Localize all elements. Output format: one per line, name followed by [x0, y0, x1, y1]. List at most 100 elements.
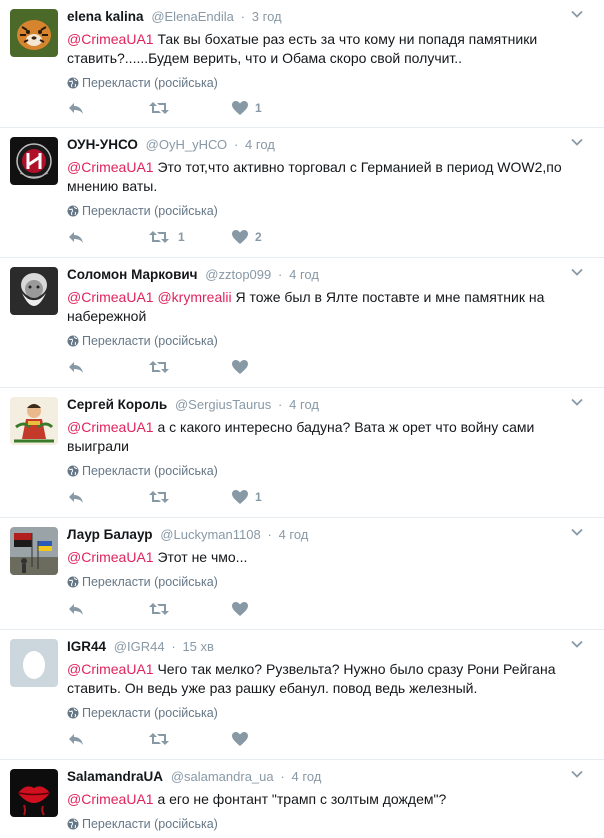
display-name[interactable]: elena kalina	[67, 9, 144, 24]
display-name[interactable]: Соломон Маркович	[67, 267, 198, 282]
tweet[interactable]: IGR44 @IGR44 · 15 хв @CrimeaUA1 Чего так…	[0, 630, 604, 760]
avatar[interactable]	[10, 769, 58, 817]
translate-link[interactable]: Перекласти (російська)	[67, 705, 586, 721]
timestamp[interactable]: 4 год	[279, 527, 309, 542]
reply-icon	[69, 492, 83, 503]
like-button[interactable]	[231, 730, 249, 748]
reply-button[interactable]	[67, 488, 85, 506]
mention-link[interactable]: @CrimeaUA1	[67, 661, 154, 677]
tweet-header: Лаур Балаур @Luckyman1108 · 4 год	[67, 526, 586, 544]
translate-link[interactable]: Перекласти (російська)	[67, 574, 586, 590]
globe-icon	[67, 818, 79, 830]
tweet-header: Сергей Король @SergiusTaurus · 4 год	[67, 396, 586, 414]
tweet-actions: 1	[67, 99, 327, 117]
display-name[interactable]: SalamandraUA	[67, 769, 163, 784]
like-button[interactable]: 1	[231, 99, 262, 117]
bearded-man-avatar-image	[10, 267, 58, 315]
retweet-button[interactable]	[148, 358, 170, 376]
reply-icon	[69, 103, 83, 114]
retweet-button[interactable]	[148, 730, 170, 748]
timestamp[interactable]: 4 год	[245, 137, 275, 152]
tweet-feed: elena kalina @ElenaEndila · 3 год @Crime…	[0, 0, 604, 838]
retweet-button[interactable]: 1	[148, 228, 185, 246]
retweet-button[interactable]	[148, 600, 170, 618]
tweet[interactable]: Соломон Маркович @zztop099 · 4 год @Crim…	[0, 258, 604, 388]
mention-link[interactable]: @CrimeaUA1	[67, 791, 154, 807]
mention-link[interactable]: @CrimeaUA1	[67, 419, 154, 435]
heart-icon	[232, 602, 248, 616]
separator: ·	[280, 769, 285, 784]
tweet-header: SalamandraUA @salamandra_ua · 4 год	[67, 768, 586, 786]
tweet-text: @CrimeaUA1 а с какого интересно бадуна? …	[67, 418, 586, 456]
translate-link[interactable]: Перекласти (російська)	[67, 203, 586, 219]
translate-link[interactable]: Перекласти (російська)	[67, 333, 586, 349]
retweet-button[interactable]	[148, 99, 170, 117]
retweet-button[interactable]	[148, 488, 170, 506]
tweet-text: @CrimeaUA1 Чего так мелко? Рузвельта? Ну…	[67, 660, 586, 698]
avatar[interactable]	[10, 527, 58, 575]
username[interactable]: @salamandra_ua	[171, 769, 274, 784]
translate-label: Перекласти (російська)	[82, 464, 218, 478]
retweet-icon	[149, 231, 169, 243]
timestamp[interactable]: 15 хв	[182, 639, 213, 654]
reply-icon	[69, 362, 83, 373]
mention-link[interactable]: @CrimeaUA1	[67, 159, 154, 175]
heart-icon	[232, 230, 248, 244]
username[interactable]: @SergiusTaurus	[175, 397, 271, 412]
translate-label: Перекласти (російська)	[82, 575, 218, 589]
emblem-avatar-image	[10, 137, 58, 185]
mention-link[interactable]: @CrimeaUA1	[67, 549, 154, 565]
globe-icon	[67, 205, 79, 217]
translate-label: Перекласти (російська)	[82, 76, 218, 90]
tweet[interactable]: Сергей Король @SergiusTaurus · 4 год @Cr…	[0, 388, 604, 518]
reply-button[interactable]	[67, 358, 85, 376]
mention-link[interactable]: @CrimeaUA1	[67, 31, 154, 47]
reply-button[interactable]	[67, 600, 85, 618]
username[interactable]: @zztop099	[205, 267, 271, 282]
avatar[interactable]	[10, 397, 58, 445]
translate-link[interactable]: Перекласти (російська)	[67, 75, 586, 91]
reply-button[interactable]	[67, 99, 85, 117]
tweet-actions	[67, 730, 327, 748]
tweet-actions	[67, 358, 327, 376]
timestamp[interactable]: 3 год	[252, 9, 282, 24]
reply-button[interactable]	[67, 730, 85, 748]
like-button[interactable]	[231, 600, 249, 618]
globe-icon	[67, 707, 79, 719]
timestamp[interactable]: 4 год	[289, 267, 319, 282]
tweet-text: @CrimeaUA1 Этот не чмо...	[67, 548, 586, 567]
avatar[interactable]	[10, 267, 58, 315]
display-name[interactable]: IGR44	[67, 639, 106, 654]
mention-link[interactable]: @CrimeaUA1	[67, 289, 154, 305]
username[interactable]: @ОуН_уНСО	[146, 137, 228, 152]
tweet[interactable]: SalamandraUA @salamandra_ua · 4 год @Cri…	[0, 760, 604, 838]
avatar[interactable]	[10, 9, 58, 57]
tweet[interactable]: ОУН-УНСО @ОуН_уНСО · 4 год @CrimeaUA1 Эт…	[0, 128, 604, 258]
display-name[interactable]: ОУН-УНСО	[67, 137, 138, 152]
translate-link[interactable]: Перекласти (російська)	[67, 463, 586, 479]
tweet[interactable]: Лаур Балаур @Luckyman1108 · 4 год @Crime…	[0, 518, 604, 630]
timestamp[interactable]: 4 год	[292, 769, 322, 784]
reply-button[interactable]	[67, 228, 85, 246]
globe-icon	[67, 77, 79, 89]
translate-link[interactable]: Перекласти (російська)	[67, 816, 586, 832]
avatar[interactable]	[10, 639, 58, 687]
display-name[interactable]: Сергей Король	[67, 397, 167, 412]
like-button[interactable]	[231, 358, 249, 376]
globe-icon	[67, 465, 79, 477]
mention-link[interactable]: @krymrealii	[157, 289, 231, 305]
timestamp[interactable]: 4 год	[289, 397, 319, 412]
retweet-icon	[149, 491, 169, 503]
like-button[interactable]: 1	[231, 488, 262, 506]
like-count: 1	[255, 101, 262, 115]
tweet[interactable]: elena kalina @ElenaEndila · 3 год @Crime…	[0, 0, 604, 128]
tweet-header: Соломон Маркович @zztop099 · 4 год	[67, 266, 586, 284]
username[interactable]: @IGR44	[114, 639, 165, 654]
avatar[interactable]	[10, 137, 58, 185]
username[interactable]: @ElenaEndila	[151, 9, 234, 24]
globe-icon	[67, 576, 79, 588]
egg-avatar-image	[10, 639, 58, 687]
like-button[interactable]: 2	[231, 228, 262, 246]
display-name[interactable]: Лаур Балаур	[67, 527, 153, 542]
username[interactable]: @Luckyman1108	[160, 527, 260, 542]
